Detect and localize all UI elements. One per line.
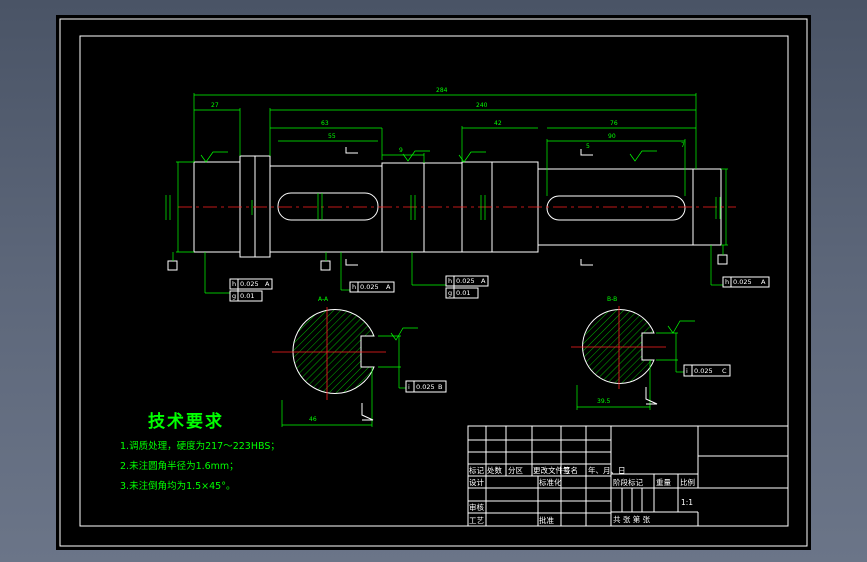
- dimension-lines: [176, 93, 728, 253]
- tb-zone: 分区: [508, 466, 523, 475]
- title-block: [467, 425, 789, 527]
- tb-weight: 重量: [656, 478, 671, 487]
- dim-keyway2-pos: 76: [610, 120, 618, 127]
- tb-count: 处数: [487, 465, 502, 475]
- dim-small-7: 7: [681, 142, 685, 149]
- tol-4-sym: h: [448, 277, 452, 285]
- dim-section-len: 42: [494, 120, 502, 127]
- tol-3-sym: h: [352, 283, 356, 291]
- dim-mid-step: 9: [399, 147, 403, 154]
- section-tol-2-ref: C: [722, 367, 727, 375]
- section-view-a: A-A 46: [272, 296, 447, 427]
- inner-frame: [79, 35, 789, 527]
- tol-6-ref: A: [761, 278, 766, 286]
- drawing-canvas: 284 240 27 63 55 9 42 76 90 7 5 h 0.025 …: [59, 18, 808, 547]
- tb-design: 设计: [469, 477, 484, 487]
- section-dim-b: 39.5: [597, 398, 611, 405]
- note-3: 3.未注倒角均为1.5×45°。: [120, 480, 235, 492]
- section-label-b: B-B: [607, 296, 617, 303]
- section-dim-a: 46: [309, 416, 317, 423]
- section-tol-1-val: 0.025: [416, 383, 435, 391]
- tb-approve: 批准: [539, 515, 554, 525]
- dim-left-journal: 27: [211, 102, 219, 109]
- tb-mark: 标记: [469, 465, 484, 475]
- tb-review: 审核: [469, 502, 484, 512]
- cad-drawing-viewport[interactable]: 284 240 27 63 55 9 42 76 90 7 5 h 0.025 …: [56, 15, 811, 550]
- dim-main: 240: [476, 102, 488, 109]
- shaft-outline: [193, 155, 722, 258]
- dim-overall: 284: [436, 87, 448, 94]
- tol-4-ref: A: [481, 277, 486, 285]
- section-view-b: B-B 39.5: [571, 296, 731, 410]
- section-tol-2-sym: i: [686, 367, 688, 375]
- tol-2-sym: g: [232, 292, 236, 300]
- tol-1-ref: A: [265, 280, 270, 288]
- tol-5-sym: g: [448, 289, 452, 297]
- notes-title: 技术要求: [148, 411, 224, 432]
- tb-sheets: 共 张 第 张: [613, 514, 651, 524]
- tb-standard: 标准化: [539, 477, 562, 487]
- tol-1-sym: h: [232, 280, 236, 288]
- section-tol-2-val: 0.025: [694, 367, 713, 375]
- section-tol-1-ref: B: [438, 383, 442, 391]
- tol-5-val: 0.01: [456, 289, 470, 297]
- tb-scale-value: 1:1: [681, 498, 693, 507]
- section-label-a: A-A: [318, 296, 329, 303]
- diameter-annotations: [165, 193, 721, 220]
- tol-3-val: 0.025: [360, 283, 379, 291]
- tb-sign: 签名: [563, 465, 578, 475]
- tol-1-val: 0.025: [240, 280, 259, 288]
- section-markers: [345, 147, 593, 266]
- note-1: 1.调质处理，硬度为217～223HBS；: [120, 440, 280, 452]
- tolerance-frames: [204, 245, 770, 302]
- dim-small-5: 5: [586, 143, 590, 150]
- note-2: 2.未注圆角半径为1.6mm；: [120, 460, 239, 472]
- tol-2-val: 0.01: [240, 292, 254, 300]
- tol-6-sym: h: [725, 278, 729, 286]
- tb-date: 年、月、日: [588, 465, 626, 475]
- tb-stage-mark: 阶段标记: [613, 477, 643, 487]
- tol-4-val: 0.025: [456, 277, 475, 285]
- tb-process: 工艺: [469, 516, 484, 525]
- dim-keyway1-len: 55: [328, 133, 336, 140]
- tol-3-ref: A: [386, 283, 391, 291]
- dim-keyway1-pos: 63: [321, 120, 329, 127]
- tol-6-val: 0.025: [733, 278, 752, 286]
- tb-scale: 比例: [680, 477, 695, 487]
- dim-keyway2-len: 90: [608, 133, 616, 140]
- section-tol-1-sym: i: [408, 383, 410, 391]
